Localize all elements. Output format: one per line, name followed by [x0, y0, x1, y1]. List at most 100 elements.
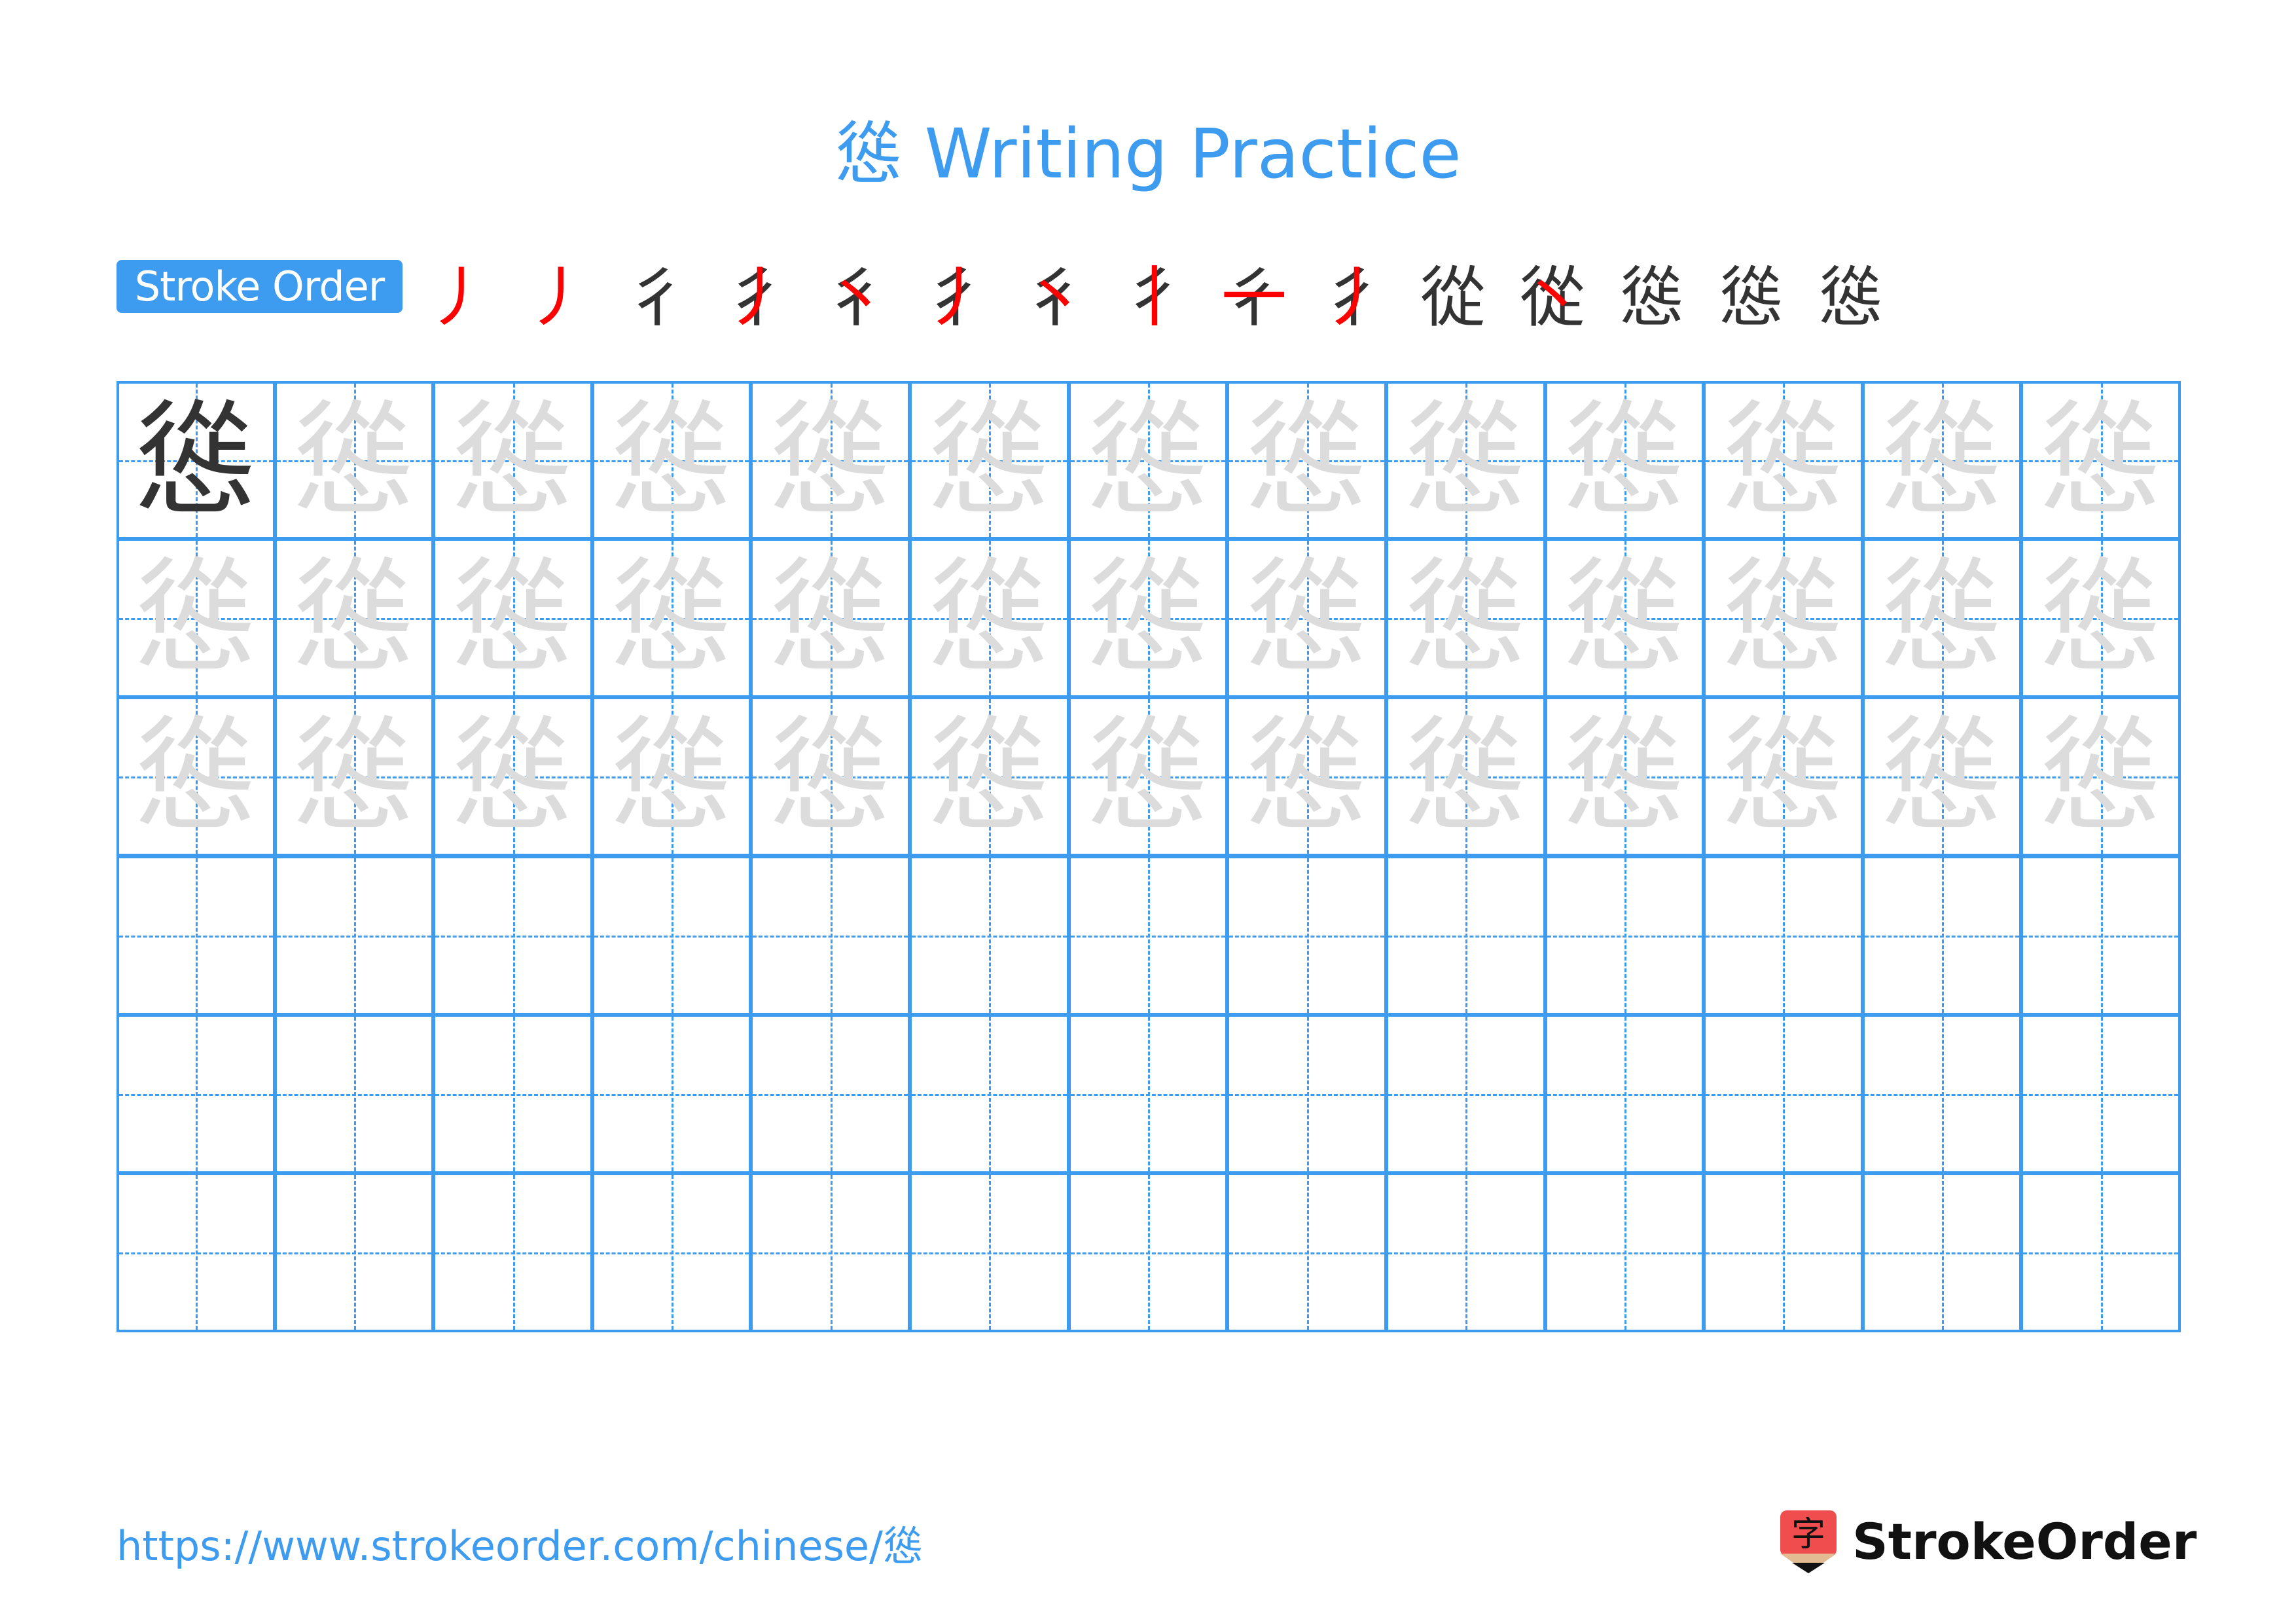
- guide-line-vertical: [1783, 1175, 1785, 1330]
- grid-cell[interactable]: [750, 1172, 911, 1332]
- grid-cell[interactable]: 慫: [117, 697, 276, 857]
- grid-cell[interactable]: 慫: [750, 381, 911, 540]
- grid-cell[interactable]: 慫: [2020, 697, 2181, 857]
- grid-cell[interactable]: 慫: [1703, 538, 1863, 699]
- grid-cell[interactable]: [1385, 855, 1546, 1015]
- grid-cell[interactable]: 慫: [591, 381, 752, 540]
- grid-cell[interactable]: 慫: [1861, 697, 2022, 857]
- grid-cell[interactable]: 慫: [1861, 381, 2022, 540]
- grid-cell[interactable]: 慫: [274, 538, 435, 699]
- trace-character: 慫: [768, 704, 893, 849]
- guide-line-vertical: [1942, 1175, 1945, 1330]
- grid-cell[interactable]: 慫: [909, 697, 1069, 857]
- grid-cell[interactable]: [433, 1013, 593, 1174]
- grid-cell[interactable]: 慫: [591, 538, 752, 699]
- guide-line-vertical: [2100, 1016, 2103, 1171]
- grid-cell[interactable]: 慫: [909, 538, 1069, 699]
- grid-cell[interactable]: 慫: [433, 697, 593, 857]
- grid-cell[interactable]: 慫: [1544, 538, 1705, 699]
- grid-cell[interactable]: [274, 1013, 435, 1174]
- grid-cell[interactable]: [2020, 1013, 2181, 1174]
- grid-cell[interactable]: [433, 855, 593, 1015]
- trace-character: 慫: [2038, 545, 2163, 691]
- grid-cell[interactable]: [1067, 1013, 1229, 1174]
- grid-cell[interactable]: 慫: [909, 381, 1069, 540]
- grid-cell[interactable]: [1703, 1172, 1863, 1332]
- grid-cell[interactable]: [1544, 1172, 1705, 1332]
- guide-line-vertical: [989, 1016, 992, 1171]
- grid-cell[interactable]: [1703, 855, 1863, 1015]
- grid-cell[interactable]: [750, 855, 911, 1015]
- grid-cell[interactable]: [1861, 855, 2022, 1015]
- grid-cell[interactable]: [117, 1172, 276, 1332]
- grid-cell[interactable]: 慫: [1385, 381, 1546, 540]
- grid-cell[interactable]: [2020, 1172, 2181, 1332]
- grid-cell[interactable]: [591, 855, 752, 1015]
- grid-cell[interactable]: [1544, 855, 1705, 1015]
- grid-cell[interactable]: 慫: [591, 697, 752, 857]
- grid-cell[interactable]: [1703, 1013, 1863, 1174]
- grid-cell[interactable]: 慫: [1227, 697, 1387, 857]
- stroke-step-11: 從: [1407, 252, 1499, 344]
- grid-cell[interactable]: 慫: [433, 381, 593, 540]
- grid-cell[interactable]: 慫: [274, 381, 435, 540]
- grid-cell[interactable]: 慫: [750, 697, 911, 857]
- grid-cell[interactable]: [117, 855, 276, 1015]
- grid-cell[interactable]: [591, 1172, 752, 1332]
- grid-cell[interactable]: 慫: [1067, 697, 1229, 857]
- stroke-step-done: 慫: [1619, 259, 1685, 336]
- stroke-step-9: 彳一: [1208, 252, 1300, 344]
- stroke-step-done: 慫: [1818, 259, 1884, 336]
- grid-cell[interactable]: [1067, 855, 1229, 1015]
- guide-line-vertical: [672, 858, 674, 1013]
- guide-line-vertical: [672, 1175, 674, 1330]
- grid-cell[interactable]: [909, 855, 1069, 1015]
- grid-cell[interactable]: 慫: [1861, 538, 2022, 699]
- grid-cell[interactable]: [117, 1013, 276, 1174]
- grid-cell[interactable]: 慫: [1703, 697, 1863, 857]
- grid-cell[interactable]: 慫: [750, 538, 911, 699]
- grid-cell[interactable]: [274, 855, 435, 1015]
- grid-cell[interactable]: [1227, 1172, 1387, 1332]
- grid-cell[interactable]: [1861, 1013, 2022, 1174]
- grid-cell[interactable]: [1385, 1013, 1546, 1174]
- grid-cell[interactable]: [591, 1013, 752, 1174]
- grid-cell[interactable]: 慫: [1067, 538, 1229, 699]
- grid-cell[interactable]: [1227, 855, 1387, 1015]
- grid-cell[interactable]: [2020, 855, 2181, 1015]
- guide-line-vertical: [1783, 858, 1785, 1013]
- grid-cell[interactable]: 慫: [433, 538, 593, 699]
- grid-cell[interactable]: [1861, 1172, 2022, 1332]
- grid-cell[interactable]: 慫: [2020, 381, 2181, 540]
- source-url-link[interactable]: https://www.strokeorder.com/chinese/慫: [117, 1520, 924, 1573]
- stroke-step-4: 彳丿: [711, 252, 802, 344]
- grid-cell[interactable]: 慫: [117, 381, 276, 540]
- grid-cell[interactable]: [274, 1172, 435, 1332]
- grid-cell[interactable]: 慫: [1227, 381, 1387, 540]
- grid-cell[interactable]: 慫: [117, 538, 276, 699]
- grid-cell[interactable]: 慫: [1385, 697, 1546, 857]
- grid-cell[interactable]: [433, 1172, 593, 1332]
- trace-character: 慫: [134, 545, 259, 691]
- grid-cell[interactable]: [909, 1013, 1069, 1174]
- grid-cell[interactable]: 慫: [1544, 697, 1705, 857]
- grid-cell[interactable]: 慫: [1227, 538, 1387, 699]
- stroke-step-1: 丿: [412, 252, 504, 344]
- grid-cell[interactable]: [1227, 1013, 1387, 1174]
- grid-cell[interactable]: [1544, 1013, 1705, 1174]
- grid-cell[interactable]: 慫: [1067, 381, 1229, 540]
- grid-cell[interactable]: 慫: [1385, 538, 1546, 699]
- grid-cell[interactable]: [909, 1172, 1069, 1332]
- guide-line-vertical: [830, 1175, 833, 1330]
- stroke-step-14: 慫: [1706, 252, 1797, 344]
- grid-cell[interactable]: 慫: [274, 697, 435, 857]
- grid-cell[interactable]: [1385, 1172, 1546, 1332]
- stroke-step-5: 彳丶: [810, 252, 902, 344]
- grid-cell[interactable]: [750, 1013, 911, 1174]
- grid-cell[interactable]: [1067, 1172, 1229, 1332]
- grid-cell[interactable]: 慫: [1544, 381, 1705, 540]
- guide-line-vertical: [1465, 1016, 1468, 1171]
- grid-cell[interactable]: 慫: [1703, 381, 1863, 540]
- grid-cell[interactable]: 慫: [2020, 538, 2181, 699]
- trace-character: 慫: [1085, 545, 1210, 691]
